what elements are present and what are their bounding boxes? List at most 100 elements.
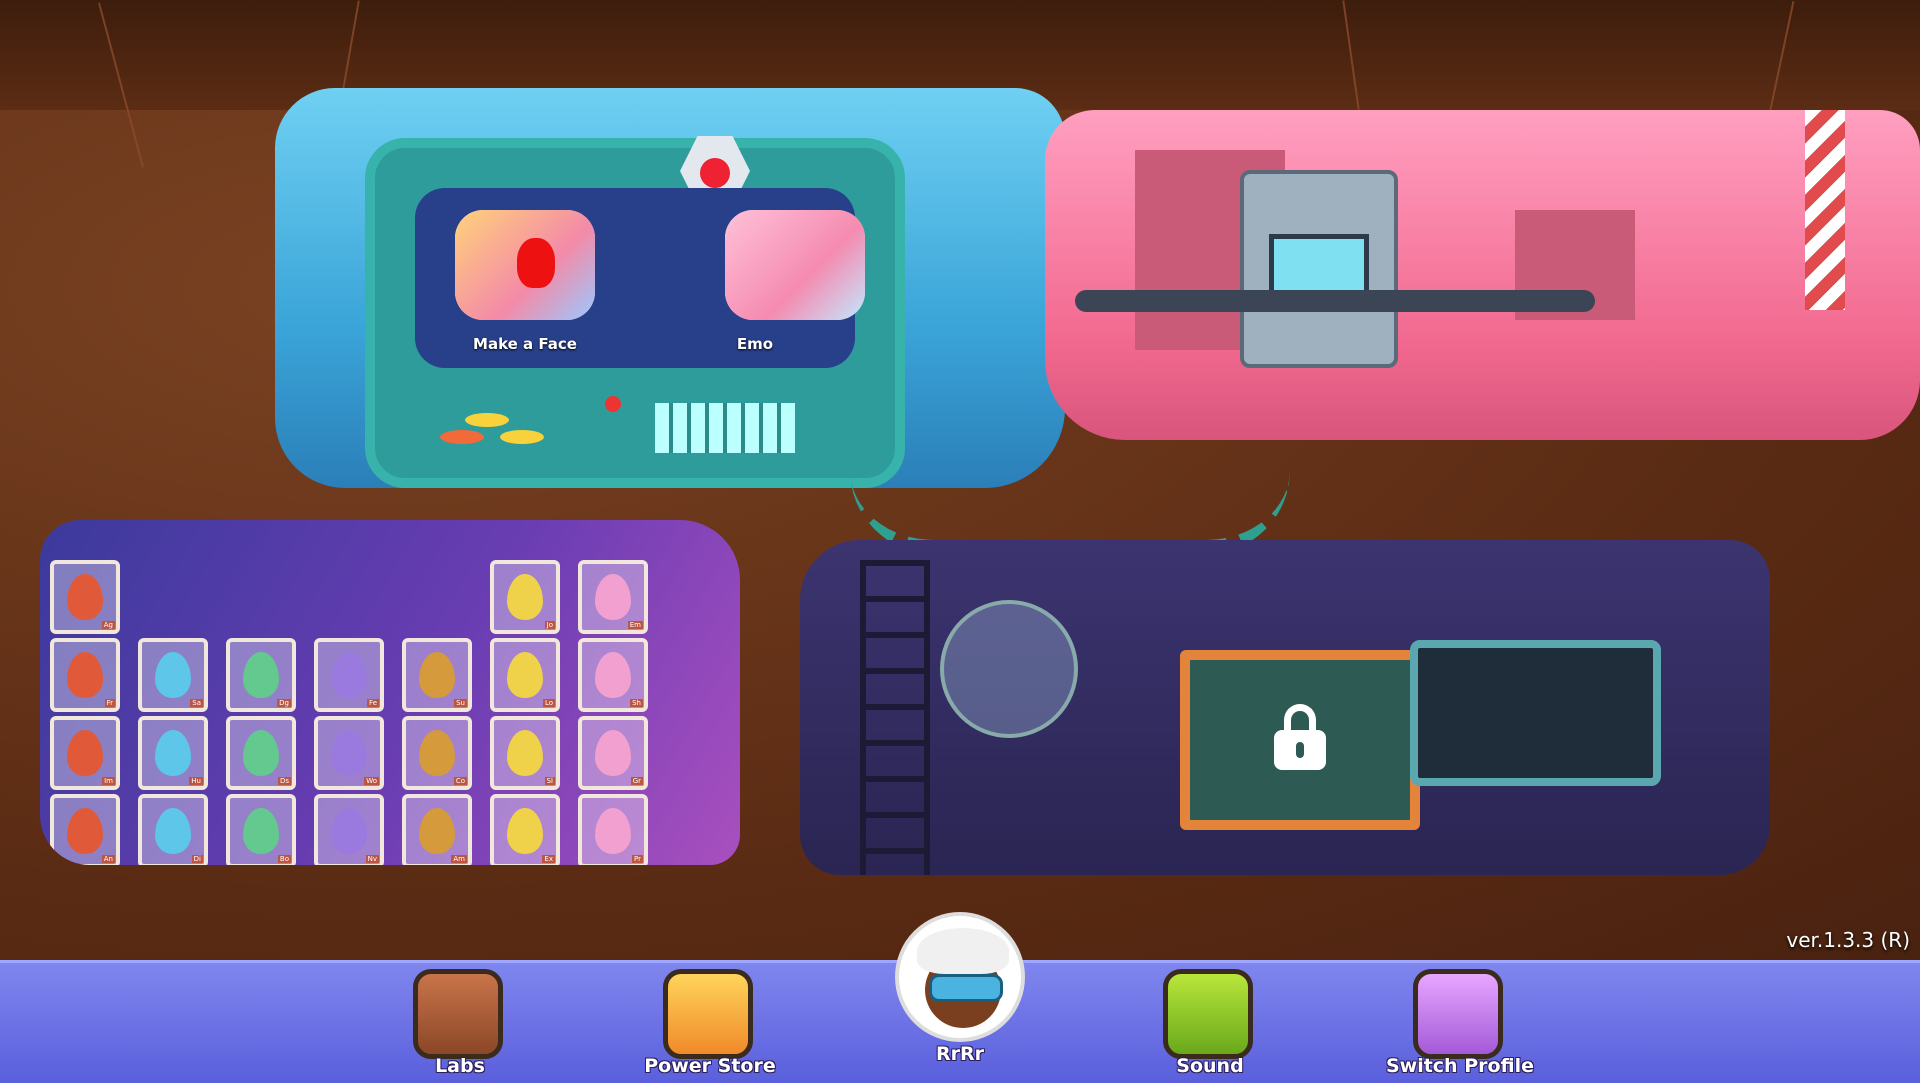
egg-collection-room[interactable]: Ag Fr Im An Sa Hu Di Dg Ds Bo Fe Wo Nv Su Co Am Jo Lo Sl Ex… <box>40 520 740 865</box>
egg-jar[interactable]: Fr <box>50 638 120 712</box>
egg-code-label: Am <box>451 855 467 863</box>
egg-code-label: Su <box>454 699 467 707</box>
profile-avatar[interactable] <box>895 912 1025 1042</box>
arcade-button <box>500 430 544 444</box>
flask <box>940 600 1078 738</box>
factory-room[interactable] <box>1045 110 1920 440</box>
egg-jar[interactable]: Lo <box>490 638 560 712</box>
egg-jar[interactable]: Di <box>138 794 208 865</box>
lab-scene: Make a Face Emo Ag Fr Im An Sa Hu Di Dg Ds Bo Fe Wo… <box>0 0 1920 960</box>
egg-icon <box>67 730 103 776</box>
egg-icon <box>243 730 279 776</box>
egg-jar[interactable]: Wo <box>314 716 384 790</box>
nav-labs-button[interactable]: Labs <box>375 963 545 1083</box>
egg-jar[interactable]: Em <box>578 560 648 634</box>
egg-jar[interactable]: Ds <box>226 716 296 790</box>
goggles-icon <box>929 974 1003 1002</box>
striped-pole <box>1805 110 1845 310</box>
egg-code-label: Fr <box>104 699 115 707</box>
game-card-emo[interactable] <box>725 210 865 320</box>
egg-icon <box>595 730 631 776</box>
egg-code-label: Ag <box>101 621 115 629</box>
egg-icon <box>419 808 455 854</box>
egg-jar[interactable]: Sa <box>138 638 208 712</box>
nav-power-store-button[interactable]: Power Store <box>625 963 795 1083</box>
nav-sound-button[interactable]: Sound <box>1125 963 1295 1083</box>
egg-code-label: Em <box>627 621 643 629</box>
egg-jar[interactable]: Fe <box>314 638 384 712</box>
egg-jar[interactable]: Hu <box>138 716 208 790</box>
egg-jar[interactable]: Am <box>402 794 472 865</box>
egg-jar[interactable]: Ex <box>490 794 560 865</box>
nav-label: Switch Profile <box>1385 1055 1535 1077</box>
arcade-button <box>465 413 509 427</box>
egg-jar[interactable]: Co <box>402 716 472 790</box>
conveyor-belt <box>1075 290 1595 312</box>
profile-name: RrRr <box>935 1043 984 1065</box>
egg-icon <box>507 730 543 776</box>
egg-icon <box>419 652 455 698</box>
egg-jar[interactable]: Im <box>50 716 120 790</box>
egg-code-label: Co <box>453 777 467 785</box>
egg-machine <box>1240 170 1398 368</box>
egg-jar[interactable]: Gr <box>578 716 648 790</box>
egg-icon <box>243 652 279 698</box>
egg-jar[interactable]: Bo <box>226 794 296 865</box>
egg-icon <box>507 808 543 854</box>
egg-jar[interactable]: An <box>50 794 120 865</box>
nav-label: Sound <box>1176 1055 1244 1077</box>
store-icon <box>663 969 753 1059</box>
keypad <box>655 403 795 453</box>
egg-code-label: Lo <box>542 699 555 707</box>
egg-code-label: Ex <box>542 855 555 863</box>
game-label: Emo <box>736 335 774 353</box>
nav-label: Labs <box>435 1055 485 1077</box>
egg-code-label: Fe <box>367 699 379 707</box>
joystick-icon <box>605 396 621 412</box>
game-thumbnail <box>725 210 865 320</box>
egg-icon <box>595 652 631 698</box>
egg-jar[interactable]: Sh <box>578 638 648 712</box>
egg-icon <box>67 808 103 854</box>
locked-lab-room[interactable] <box>800 540 1770 875</box>
egg-jar[interactable]: Dg <box>226 638 296 712</box>
nav-label: Power Store <box>644 1055 776 1077</box>
red-face-shape <box>517 238 555 288</box>
egg-icon <box>243 808 279 854</box>
game-card-make-a-face[interactable] <box>455 210 595 320</box>
version-label: ver.1.3.3 (R) <box>1786 928 1910 952</box>
egg-code-label: Sa <box>190 699 203 707</box>
nav-switch-profile-button[interactable]: Switch Profile <box>1375 963 1545 1083</box>
egg-code-label: Sl <box>544 777 555 785</box>
egg-code-label: Jo <box>544 621 555 629</box>
egg-jar[interactable]: Nv <box>314 794 384 865</box>
egg-code-label: Ds <box>277 777 291 785</box>
egg-code-label: Di <box>191 855 203 863</box>
switch-profile-icon <box>1413 969 1503 1059</box>
egg-jar[interactable]: Pr <box>578 794 648 865</box>
arcade-button <box>440 430 484 444</box>
egg-code-label: Dg <box>277 699 291 707</box>
egg-icon <box>419 730 455 776</box>
egg-code-label: Im <box>102 777 115 785</box>
avatar-hair <box>917 928 1009 974</box>
egg-jar[interactable]: Su <box>402 638 472 712</box>
egg-jar[interactable]: Sl <box>490 716 560 790</box>
game-label: Make a Face <box>473 335 577 353</box>
chalkboard <box>1180 650 1420 830</box>
egg-code-label: Wo <box>364 777 379 785</box>
egg-icon <box>507 652 543 698</box>
egg-code-label: Sh <box>630 699 643 707</box>
egg-icon <box>67 574 103 620</box>
egg-code-label: Pr <box>632 855 643 863</box>
egg-icon <box>507 574 543 620</box>
egg-icon <box>331 808 367 854</box>
arcade-room[interactable]: Make a Face Emo <box>275 88 1065 488</box>
labs-icon <box>413 969 503 1059</box>
ladder <box>860 560 930 875</box>
egg-code-label: Gr <box>630 777 643 785</box>
egg-jar[interactable]: Jo <box>490 560 560 634</box>
egg-jar[interactable]: Ag <box>50 560 120 634</box>
egg-icon <box>331 652 367 698</box>
egg-icon <box>155 730 191 776</box>
